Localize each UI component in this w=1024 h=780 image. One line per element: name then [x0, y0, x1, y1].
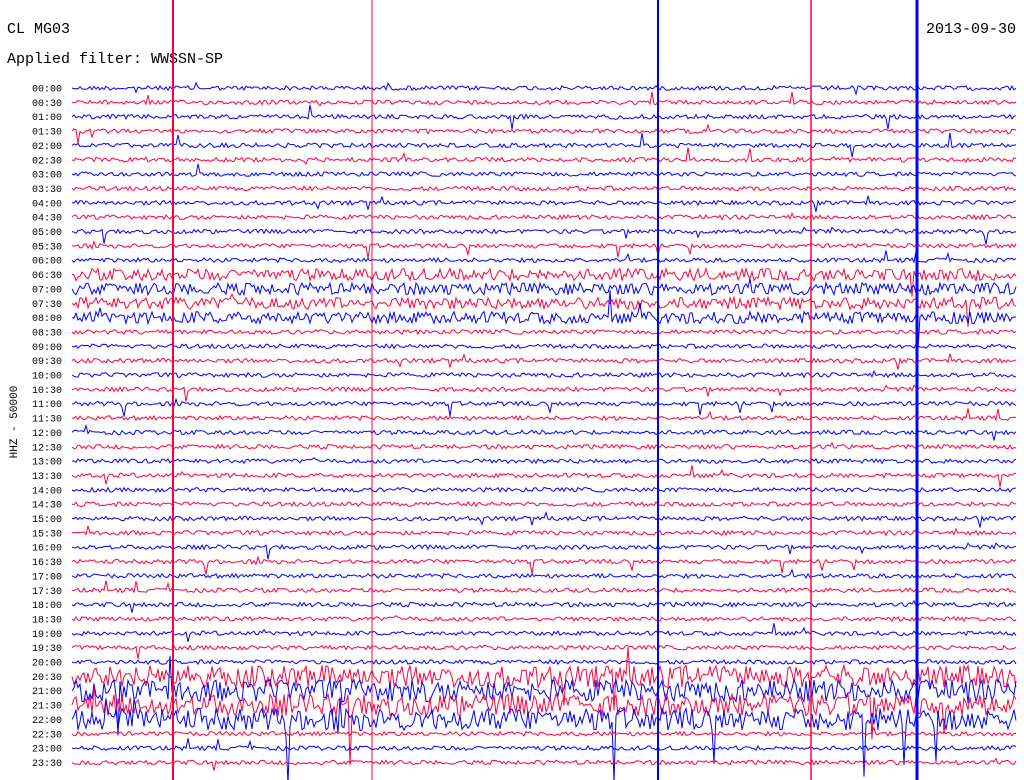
trace-line: [71, 726, 1017, 737]
row-tick-label: 04:00: [32, 199, 62, 210]
trace-line: [71, 147, 1017, 166]
trace-line: [71, 465, 1016, 487]
trace-line: [71, 501, 1017, 508]
row-tick-label: 23:00: [32, 745, 62, 756]
row-tick-label: 07:30: [32, 300, 62, 311]
trace-line: [71, 757, 1017, 771]
row-tick-label: 13:00: [32, 458, 62, 469]
trace-line: [71, 397, 1017, 417]
trace-line: [71, 226, 1017, 245]
row-tick-label: 00:30: [32, 99, 62, 110]
row-tick-label: 16:30: [32, 558, 62, 569]
trace-line: [71, 685, 1017, 766]
row-tick-label: 03:30: [32, 185, 62, 196]
trace-line: [71, 441, 1017, 451]
row-tick-label: 20:00: [32, 659, 62, 670]
row-tick-label: 19:30: [32, 644, 62, 655]
trace-line: [71, 738, 1017, 752]
trace-line: [71, 555, 1017, 575]
row-tick-label: 08:30: [32, 328, 62, 339]
row-tick-label: 01:00: [32, 113, 62, 124]
trace-line: [71, 239, 1017, 259]
trace-line: [71, 132, 1017, 158]
row-tick-label: 12:00: [32, 429, 62, 440]
row-tick-label: 04:30: [32, 214, 62, 225]
trace-line: [71, 568, 1017, 580]
trace-line: [71, 615, 1017, 623]
trace-line: [71, 343, 1017, 350]
row-tick-label: 19:00: [32, 630, 62, 641]
row-tick-label: 09:00: [32, 343, 62, 354]
trace-line: [71, 250, 1017, 264]
row-tick-label: 15:00: [32, 515, 62, 526]
row-tick-label: 21:30: [32, 702, 62, 713]
trace-group: [71, 0, 1017, 780]
trace-line: [71, 81, 1017, 96]
trace-line: [72, 525, 1017, 537]
trace-line: [71, 353, 1017, 370]
trace-line: [71, 104, 1017, 130]
row-tick-label: 14:00: [32, 486, 62, 497]
trace-line: [71, 486, 1017, 493]
trace-line: [71, 278, 1017, 297]
helicorder-plot: 00:00 00:30 01:00 01:30 02:00 02:30 03:00 03:30…: [32, 0, 1017, 780]
trace-line: [71, 163, 1017, 178]
trace-line: [71, 658, 1017, 666]
row-tick-label: 16:00: [32, 544, 62, 555]
row-tick-label: 12:30: [32, 443, 62, 454]
trace-line: [71, 328, 1017, 336]
row-tick-label: 08:00: [32, 314, 62, 325]
trace-line: [71, 542, 1017, 560]
row-tick-label: 18:00: [32, 601, 62, 612]
row-tick-label: 09:30: [32, 357, 62, 368]
row-tick-label: 22:30: [32, 730, 62, 741]
row-tick-label: 06:30: [32, 271, 62, 282]
trace-line: [71, 580, 1016, 594]
trace-line: [71, 195, 1017, 212]
row-tick-label: 02:30: [32, 156, 62, 167]
trace-line: [71, 369, 1016, 379]
row-tick-label: 21:00: [32, 687, 62, 698]
trace-line: [71, 511, 1017, 528]
trace-line: [71, 123, 1017, 144]
row-tick-label: 17:00: [32, 572, 62, 583]
trace-line: [71, 290, 1017, 349]
trace-line: [71, 644, 1017, 660]
row-tick-label: 02:00: [32, 142, 62, 153]
row-tick-label: 11:00: [32, 400, 62, 411]
row-tick-label: 20:30: [32, 673, 62, 684]
row-tick-label: 18:30: [32, 615, 62, 626]
trace-line: [71, 91, 1017, 107]
row-tick-label: 15:30: [32, 529, 62, 540]
row-tick-label: 05:30: [32, 242, 62, 253]
row-tick-label: 14:30: [32, 501, 62, 512]
tick-label-group: 00:00 00:30 01:00 01:30 02:00 02:30 03:00 03:30…: [32, 85, 62, 770]
trace-line: [71, 408, 1017, 422]
row-tick-label: 06:00: [32, 257, 62, 268]
row-tick-label: 22:00: [32, 716, 62, 727]
row-tick-label: 10:30: [32, 386, 62, 397]
row-tick-label: 23:30: [32, 759, 62, 770]
row-tick-label: 11:30: [32, 415, 62, 426]
row-tick-label: 05:00: [32, 228, 62, 239]
row-tick-label: 07:00: [32, 285, 62, 296]
row-tick-label: 01:30: [32, 128, 62, 139]
row-tick-label: 10:00: [32, 372, 62, 383]
trace-line: [71, 599, 1017, 613]
trace-line: [71, 185, 1017, 192]
row-tick-label: 03:00: [32, 171, 62, 182]
row-tick-label: 17:30: [32, 587, 62, 598]
trace-line: [71, 212, 1017, 221]
trace-line: [71, 623, 1017, 643]
trace-line: [71, 423, 1017, 441]
trace-line: [71, 457, 1017, 465]
row-tick-label: 13:30: [32, 472, 62, 483]
trace-line: [72, 384, 1017, 402]
row-tick-label: 00:00: [32, 85, 62, 96]
